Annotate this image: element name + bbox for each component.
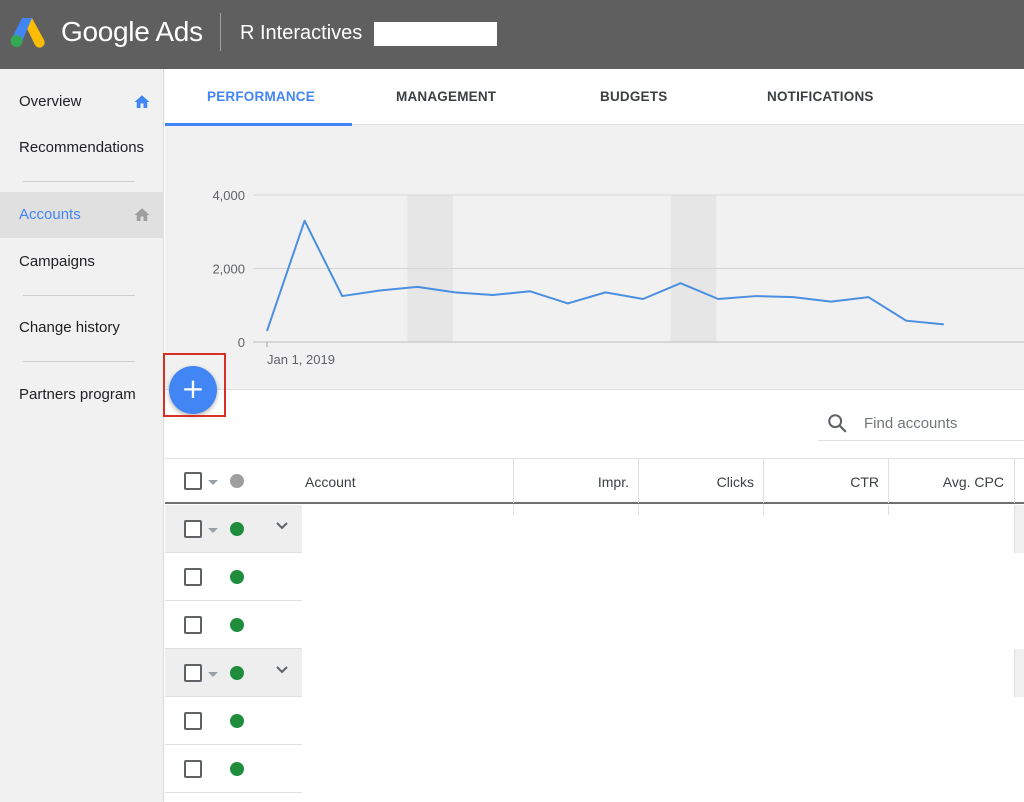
header-divider [220,13,221,51]
column-divider [888,505,889,515]
status-enabled-icon [230,762,244,776]
performance-chart-svg: 4,000 2,000 0 Jan 1, 2019 [212,188,1024,367]
sidebar-item-partners-program[interactable]: Partners program [0,372,164,418]
table-row-group[interactable] [165,649,302,697]
select-all-checkbox[interactable] [184,472,202,490]
row-checkbox[interactable] [184,520,202,538]
table-header: Account Impr. Clicks CTR Avg. CPC [165,458,1024,504]
chevron-down-icon[interactable] [208,480,218,485]
redacted-account-id [374,22,497,46]
sidebar: Overview Recommendations Accounts Campai… [0,69,164,802]
find-accounts-search [818,403,1024,441]
column-header-clicks[interactable]: Clicks [639,474,754,490]
y-tick-label: 2,000 [212,262,245,277]
chevron-down-icon[interactable] [208,528,218,533]
performance-chart: 4,000 2,000 0 Jan 1, 2019 [165,126,1024,390]
table-body [302,505,1024,802]
status-enabled-icon [230,666,244,680]
sidebar-divider [23,295,135,296]
column-divider [763,505,764,515]
sidebar-divider [23,181,135,182]
sidebar-item-accounts[interactable]: Accounts [0,192,164,238]
sidebar-item-label: Campaigns [19,253,95,270]
home-icon [134,95,150,108]
expand-chevron-icon[interactable] [275,663,289,677]
tab-label: PERFORMANCE [207,89,315,104]
sidebar-item-change-history[interactable]: Change history [0,305,164,351]
tab-management[interactable]: MANAGEMENT [352,69,539,125]
row-checkbox[interactable] [184,760,202,778]
sidebar-item-overview[interactable]: Overview [0,79,164,125]
highlight-annotation [163,353,226,417]
status-filter-icon[interactable] [230,474,244,488]
column-header-impressions[interactable]: Impr. [514,474,629,490]
sidebar-divider [23,361,135,362]
tab-budgets[interactable]: BUDGETS [539,69,726,125]
table-row-edge [1014,505,1024,553]
chevron-down-icon[interactable] [208,672,218,677]
brand-name: Google Ads [61,16,203,47]
sidebar-item-label: Change history [19,319,120,336]
column-header-ctr[interactable]: CTR [764,474,879,490]
sidebar-item-campaigns[interactable]: Campaigns [0,239,164,285]
tab-label: BUDGETS [600,89,668,104]
google-ads-logo-icon[interactable] [8,14,46,48]
account-name: R Interactives [240,22,363,44]
row-checkbox[interactable] [184,712,202,730]
column-divider [1014,459,1015,503]
sidebar-item-label: Partners program [19,386,136,403]
status-enabled-icon [230,618,244,632]
expand-chevron-icon[interactable] [275,519,289,533]
search-input[interactable] [864,411,1024,435]
sidebar-item-recommendations[interactable]: Recommendations [0,125,164,171]
table-row[interactable] [165,745,302,793]
status-enabled-icon [230,714,244,728]
sidebar-item-label: Recommendations [19,139,145,156]
column-divider [513,505,514,515]
top-bar: Google Ads R Interactives [0,0,1024,69]
table-row-group[interactable] [165,505,302,553]
sidebar-item-label: Overview [19,93,82,110]
table-row[interactable] [165,553,302,601]
tab-label: NOTIFICATIONS [767,89,874,104]
y-tick-label: 4,000 [212,188,245,203]
x-tick-label: Jan 1, 2019 [267,352,335,367]
table-row[interactable] [165,601,302,649]
table-row-edge [1014,649,1024,697]
search-icon[interactable] [826,412,848,434]
table-row[interactable] [165,697,302,745]
status-enabled-icon [230,522,244,536]
tab-performance[interactable]: PERFORMANCE [165,69,352,126]
column-header-account[interactable]: Account [305,474,356,490]
row-checkbox[interactable] [184,664,202,682]
tab-bar: PERFORMANCE MANAGEMENT BUDGETS NOTIFICAT… [165,69,1024,126]
column-header-avg-cpc[interactable]: Avg. CPC [889,474,1004,490]
y-tick-label: 0 [238,335,245,350]
sidebar-item-label: Accounts [19,206,81,223]
row-checkbox[interactable] [184,616,202,634]
home-icon [134,208,150,221]
row-checkbox[interactable] [184,568,202,586]
status-enabled-icon [230,570,244,584]
series-line [266,219,944,332]
tab-notifications[interactable]: NOTIFICATIONS [726,69,913,125]
tab-label: MANAGEMENT [396,89,497,104]
column-divider [638,505,639,515]
